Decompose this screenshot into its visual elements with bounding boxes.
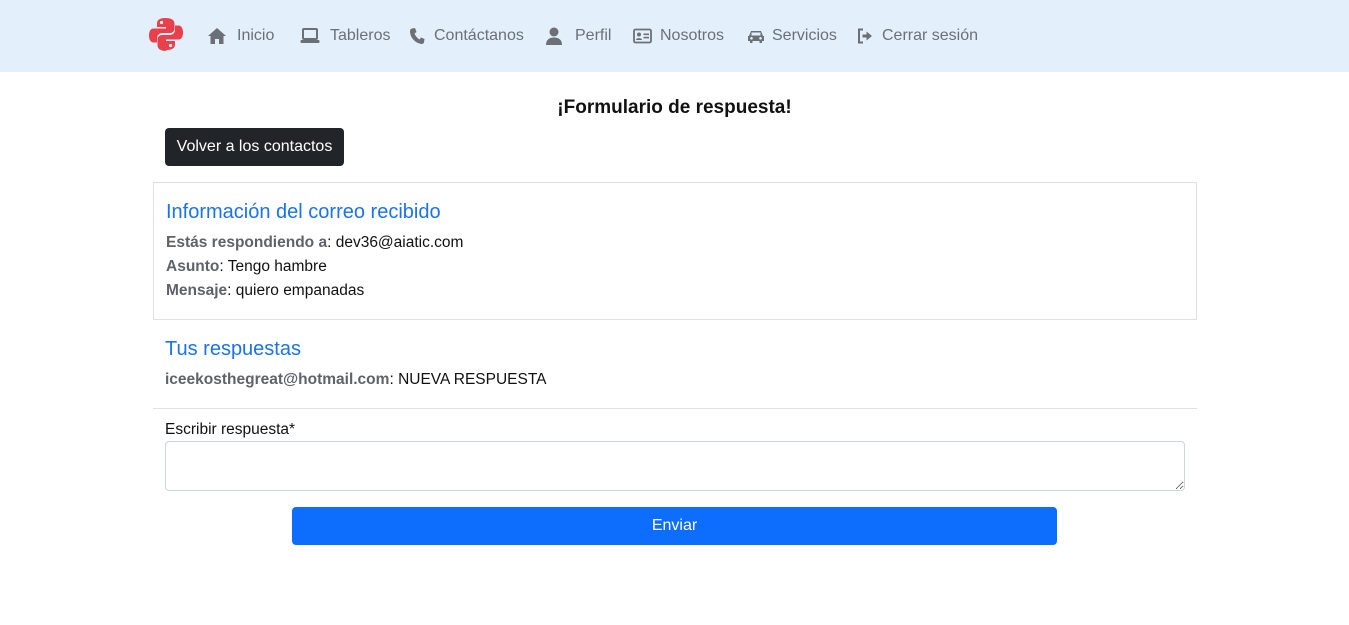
nav-item-label: Cerrar sesión [882, 27, 979, 44]
user-icon [545, 27, 565, 45]
nav-item-perfil[interactable]: Perfil [545, 24, 611, 48]
subject-value: Tengo hambre [227, 258, 327, 275]
subject-line: Asunto: Tengo hambre [166, 258, 327, 275]
nav-item-label: Tableros [330, 27, 391, 44]
responses-heading: Tus respuestas [165, 338, 301, 360]
nav-item-servicios[interactable]: Servicios [747, 24, 837, 48]
back-to-contacts-button[interactable]: Volver a los contactos [165, 128, 344, 166]
nav-item-tableros[interactable]: Tableros [300, 24, 390, 48]
nav-item-contactanos[interactable]: Contáctanos [409, 24, 524, 48]
email-info-heading: Información del correo recibido [166, 201, 441, 223]
response-text: NUEVA RESPUESTA [398, 371, 547, 388]
page-title: ¡Formulario de respuesta! [557, 97, 792, 118]
navbar: Inicio Tableros Contáctanos Perfil Nosot… [0, 0, 1349, 72]
subject-label: Asunto [166, 258, 220, 275]
response-author: iceekosthegreat@hotmail.com [165, 371, 390, 388]
sign-out-icon [857, 27, 873, 45]
nav-item-cerrar-sesion[interactable]: Cerrar sesión [857, 24, 978, 48]
reply-field-label: Escribir respuesta* [165, 421, 296, 438]
nav-item-label: Nosotros [660, 27, 725, 44]
reply-to-line: Estás respondiendo a: dev36@aiatic.com [166, 234, 464, 251]
reply-to-value: dev36@aiatic.com [335, 234, 464, 251]
submit-button[interactable]: Enviar [292, 507, 1057, 545]
message-label: Mensaje [166, 282, 228, 299]
nav-item-label: Inicio [237, 27, 275, 44]
car-icon [747, 27, 765, 45]
python-logo-icon[interactable] [148, 16, 184, 52]
nav-item-nosotros[interactable]: Nosotros [633, 24, 724, 48]
message-line: Mensaje: quiero empanadas [166, 282, 365, 299]
response-item: iceekosthegreat@hotmail.com: NUEVA RESPU… [165, 371, 547, 388]
nav-item-inicio[interactable]: Inicio [207, 24, 274, 48]
reply-textarea[interactable] [165, 441, 1185, 491]
reply-to-label: Estás respondiendo a [166, 234, 328, 251]
id-card-icon [633, 27, 653, 45]
phone-icon [409, 27, 425, 45]
section-divider [153, 408, 1197, 409]
nav-item-label: Contáctanos [434, 27, 524, 44]
laptop-icon [300, 27, 320, 45]
nav-item-label: Perfil [575, 27, 612, 44]
email-info-card: Información del correo recibido Estás re… [153, 182, 1197, 320]
nav-item-label: Servicios [772, 27, 837, 44]
home-icon [207, 27, 227, 45]
message-value: quiero empanadas [235, 282, 365, 299]
